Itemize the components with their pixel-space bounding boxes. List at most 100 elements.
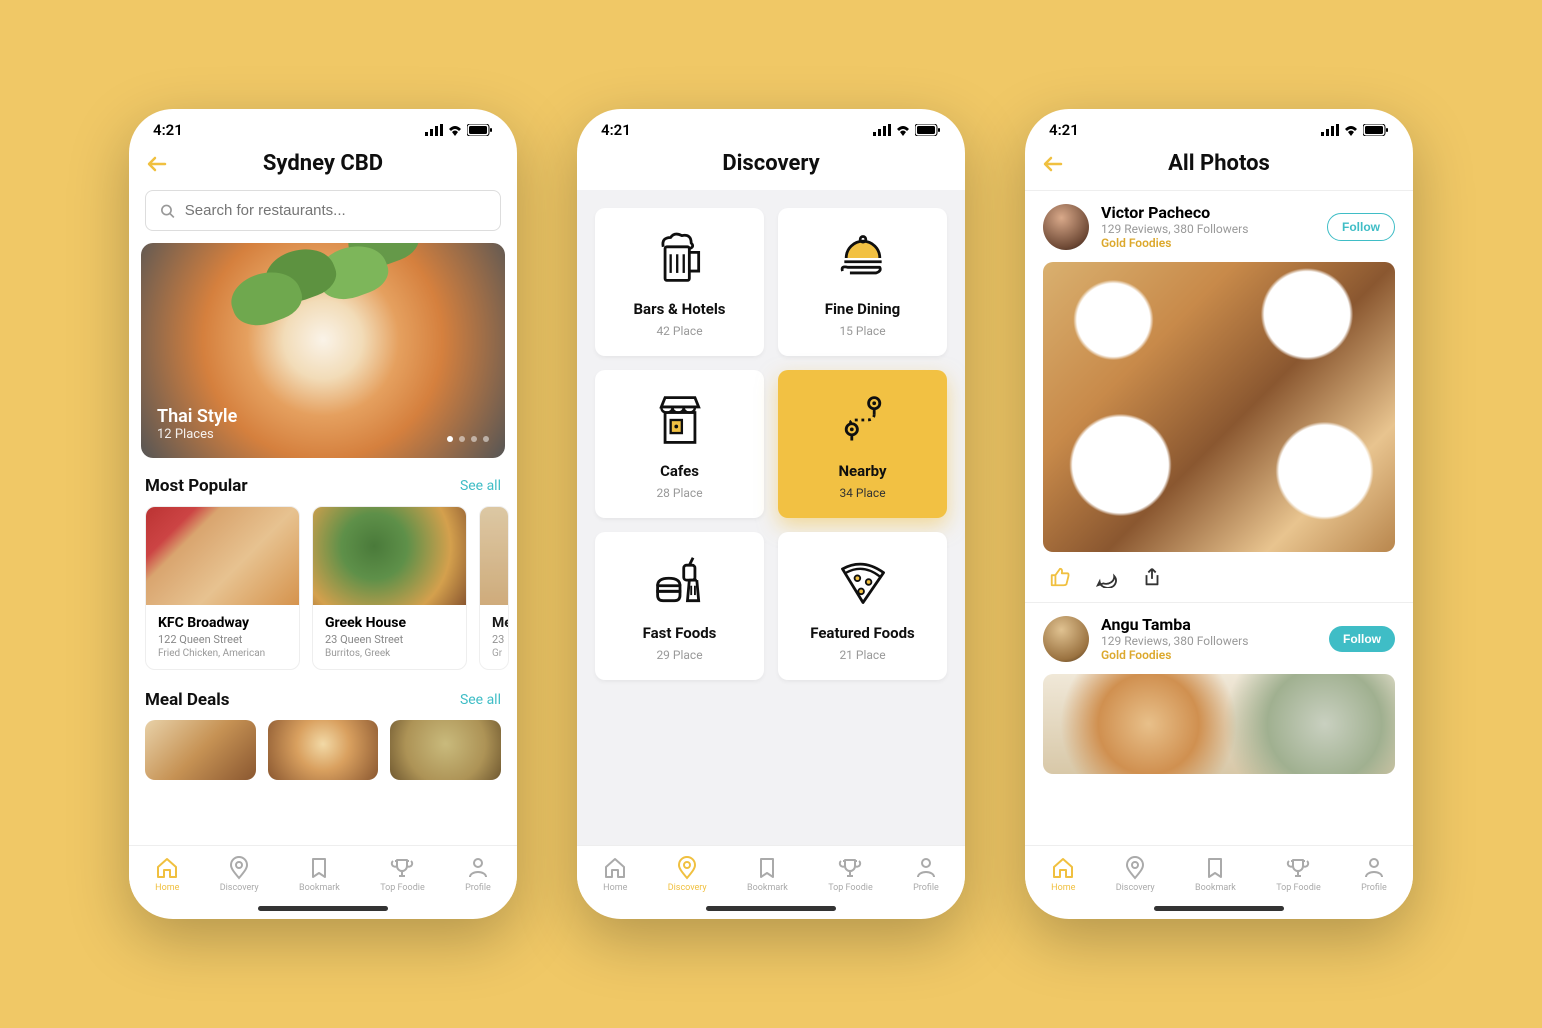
category-subtitle: 28 Place: [656, 486, 702, 500]
category-fast-foods[interactable]: Fast Foods 29 Place: [595, 532, 764, 680]
like-icon[interactable]: [1049, 566, 1071, 588]
profile-icon: [1362, 856, 1386, 880]
share-icon[interactable]: [1141, 566, 1163, 588]
nav-label: Home: [603, 883, 627, 893]
page-title: All Photos: [1041, 151, 1397, 176]
restaurant-card[interactable]: Me 23 Gr: [479, 506, 509, 670]
status-icons: [1321, 124, 1389, 136]
dot[interactable]: [447, 436, 453, 442]
category-featured-foods[interactable]: Featured Foods 21 Place: [778, 532, 947, 680]
nav-bookmark[interactable]: Bookmark: [299, 856, 340, 893]
follow-button[interactable]: Follow: [1329, 626, 1395, 652]
nav-label: Discovery: [668, 883, 707, 893]
restaurant-info: Me 23 Gr: [480, 605, 508, 669]
nav-label: Top Foodie: [1276, 883, 1321, 893]
search-field[interactable]: [185, 202, 486, 219]
home-icon: [155, 856, 179, 880]
restaurant-image: [480, 507, 508, 605]
back-button[interactable]: [145, 152, 169, 176]
header: Sydney CBD: [129, 143, 517, 190]
see-all-link[interactable]: See all: [460, 478, 501, 494]
nav-discovery[interactable]: Discovery: [220, 856, 259, 893]
wifi-icon: [447, 124, 463, 136]
nav-discovery[interactable]: Discovery: [668, 856, 707, 893]
nav-bookmark[interactable]: Bookmark: [747, 856, 788, 893]
category-subtitle: 42 Place: [656, 324, 702, 338]
pin-icon: [675, 856, 699, 880]
profile-icon: [914, 856, 938, 880]
battery-icon: [915, 124, 941, 136]
home-indicator[interactable]: [577, 897, 965, 919]
nav-home[interactable]: Home: [155, 856, 179, 893]
dot[interactable]: [459, 436, 465, 442]
nav-profile[interactable]: Profile: [1361, 856, 1387, 893]
restaurant-tags: Fried Chicken, American: [158, 648, 287, 659]
category-subtitle: 29 Place: [656, 648, 702, 662]
avatar[interactable]: [1043, 204, 1089, 250]
user-row: Angu Tamba 129 Reviews, 380 Followers Go…: [1025, 603, 1413, 674]
pin-icon: [1123, 856, 1147, 880]
nav-home[interactable]: Home: [603, 856, 627, 893]
follow-button[interactable]: Follow: [1327, 213, 1395, 241]
deal-card[interactable]: [145, 720, 256, 780]
home-indicator[interactable]: [1025, 897, 1413, 919]
arrow-left-icon: [1041, 152, 1065, 176]
nav-label: Profile: [1361, 883, 1387, 893]
see-all-link[interactable]: See all: [460, 692, 501, 708]
search-icon: [160, 203, 175, 219]
category-nearby[interactable]: Nearby 34 Place: [778, 370, 947, 518]
nav-topfoodie[interactable]: Top Foodie: [380, 856, 425, 893]
restaurant-image: [146, 507, 299, 605]
nav-label: Home: [1051, 883, 1075, 893]
avatar[interactable]: [1043, 616, 1089, 662]
nav-label: Profile: [913, 883, 939, 893]
signal-icon: [1321, 124, 1339, 136]
carousel-dots: [447, 436, 489, 442]
section-title: Most Popular: [145, 476, 248, 496]
status-time: 4:21: [1049, 121, 1079, 139]
category-subtitle: 21 Place: [839, 648, 885, 662]
status-icons: [873, 124, 941, 136]
cloche-icon: [835, 230, 891, 286]
photo-grid[interactable]: [1043, 674, 1395, 774]
nav-topfoodie[interactable]: Top Foodie: [828, 856, 873, 893]
restaurant-card[interactable]: KFC Broadway 122 Queen Street Fried Chic…: [145, 506, 300, 670]
restaurant-image: [313, 507, 466, 605]
user-info: Angu Tamba 129 Reviews, 380 Followers Go…: [1101, 615, 1317, 662]
arrow-left-icon: [145, 152, 169, 176]
battery-icon: [467, 124, 493, 136]
category-fine-dining[interactable]: Fine Dining 15 Place: [778, 208, 947, 356]
pin-icon: [227, 856, 251, 880]
restaurant-name: KFC Broadway: [158, 615, 287, 631]
search-input[interactable]: [145, 190, 501, 231]
header: All Photos: [1025, 143, 1413, 190]
category-bars-hotels[interactable]: Bars & Hotels 42 Place: [595, 208, 764, 356]
hero-subtitle: 12 Places: [157, 427, 489, 442]
trophy-icon: [1286, 856, 1310, 880]
dot[interactable]: [483, 436, 489, 442]
category-title: Featured Foods: [810, 624, 914, 642]
category-cafes[interactable]: Cafes 28 Place: [595, 370, 764, 518]
nav-profile[interactable]: Profile: [465, 856, 491, 893]
nav-home[interactable]: Home: [1051, 856, 1075, 893]
deal-row: [129, 720, 517, 780]
deal-card[interactable]: [390, 720, 501, 780]
comment-icon[interactable]: [1095, 566, 1117, 588]
restaurant-info: Greek House 23 Queen Street Burritos, Gr…: [313, 605, 466, 669]
photo-grid[interactable]: [1043, 262, 1395, 552]
restaurant-card[interactable]: Greek House 23 Queen Street Burritos, Gr…: [312, 506, 467, 670]
category-title: Fast Foods: [643, 624, 717, 642]
nav-bookmark[interactable]: Bookmark: [1195, 856, 1236, 893]
back-button[interactable]: [1041, 152, 1065, 176]
restaurant-address: 122 Queen Street: [158, 633, 287, 646]
wifi-icon: [1343, 124, 1359, 136]
nav-label: Discovery: [220, 883, 259, 893]
nav-profile[interactable]: Profile: [913, 856, 939, 893]
deal-card[interactable]: [268, 720, 379, 780]
hero-card[interactable]: Thai Style 12 Places: [141, 243, 505, 458]
home-indicator[interactable]: [129, 897, 517, 919]
nav-topfoodie[interactable]: Top Foodie: [1276, 856, 1321, 893]
dot[interactable]: [471, 436, 477, 442]
nav-label: Top Foodie: [828, 883, 873, 893]
nav-discovery[interactable]: Discovery: [1116, 856, 1155, 893]
